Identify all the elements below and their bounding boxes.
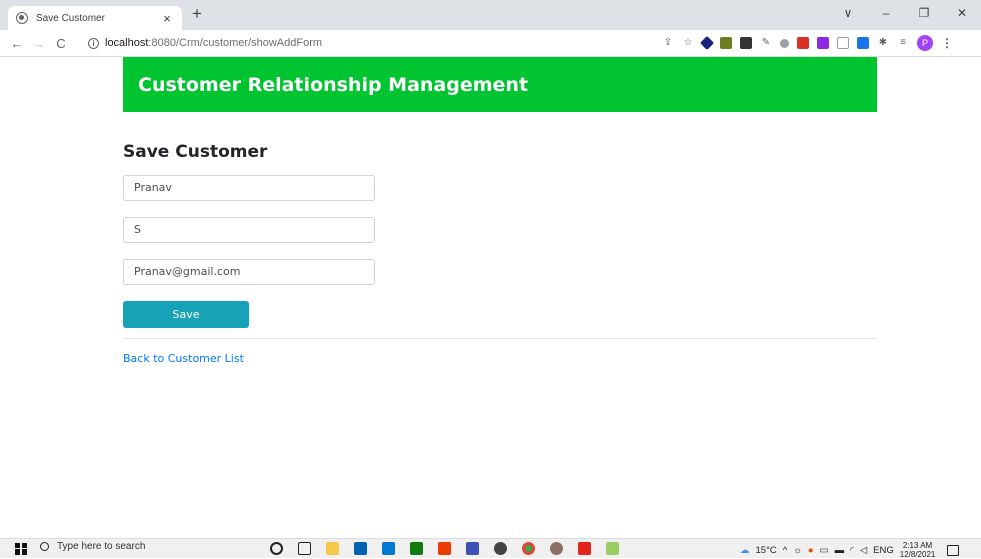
url-path: :8080/Crm/customer/showAddForm [148, 37, 323, 49]
page-content: Customer Relationship Management Save Cu… [0, 57, 981, 528]
taskbar-search[interactable]: Type here to search [40, 541, 145, 552]
globe-icon [16, 12, 28, 24]
volume-icon[interactable]: ◁ [860, 545, 867, 556]
eyedropper-icon[interactable]: ✎ [760, 37, 772, 49]
extension-icon[interactable] [740, 37, 752, 49]
task-view-icon[interactable] [298, 542, 311, 555]
battery-icon[interactable]: ▬ [835, 545, 845, 556]
browser-tab-strip: Save Customer × + ∨ – ❐ ✕ [0, 0, 981, 30]
restore-button[interactable]: ❐ [905, 6, 943, 20]
extension-icon[interactable] [720, 37, 732, 49]
taskbar-apps [270, 542, 619, 555]
extensions-puzzle-icon[interactable]: ✱ [877, 37, 889, 49]
email-input[interactable]: Pranav@gmail.com [123, 259, 375, 285]
extension-icon[interactable] [817, 37, 829, 49]
search-placeholder: Type here to search [57, 541, 146, 552]
browser-tab[interactable]: Save Customer × [8, 6, 182, 30]
extensions-bar: ⇪ ☆ ✎ ✱ ≡ P ⋮ [662, 35, 953, 51]
paint-icon[interactable] [606, 542, 619, 555]
first-name-input[interactable]: Pranav [123, 175, 375, 201]
notification-icon[interactable] [947, 544, 960, 556]
language-indicator[interactable]: ENG [873, 545, 894, 556]
weather-icon[interactable]: ☁ [740, 545, 750, 556]
extension-icon[interactable] [857, 37, 869, 49]
tab-search-icon[interactable]: ∨ [829, 6, 867, 20]
url-host: localhost [105, 37, 149, 49]
window-controls: ∨ – ❐ ✕ [829, 0, 981, 26]
tab-title: Save Customer [36, 12, 105, 24]
extension-icon[interactable] [837, 37, 849, 49]
forward-button[interactable]: → [28, 36, 50, 51]
minimize-button[interactable]: – [867, 6, 905, 20]
browser-toolbar: ← → C i localhost:8080/Crm/customer/show… [0, 30, 981, 57]
form-title: Save Customer [123, 142, 268, 162]
extension-icon[interactable] [797, 37, 809, 49]
back-button[interactable]: ← [6, 36, 28, 51]
tray-app-icon[interactable]: ☼ [793, 545, 802, 556]
close-window-button[interactable]: ✕ [943, 6, 981, 20]
editor-icon[interactable] [466, 542, 479, 555]
app-icon[interactable] [494, 542, 507, 555]
tray-app-icon[interactable]: ● [808, 545, 814, 556]
weather-temp[interactable]: 15°C [756, 545, 777, 556]
store-icon[interactable] [354, 542, 367, 555]
xbox-icon[interactable] [410, 542, 423, 555]
share-icon[interactable]: ⇪ [662, 37, 674, 49]
acrobat-icon[interactable] [578, 542, 591, 555]
new-tab-button[interactable]: + [187, 4, 207, 24]
system-tray: ☁ 15°C ^ ☼ ● ▭ ▬ ◜ ◁ ENG 2:13 AM 12/8/20… [740, 541, 960, 559]
search-icon [40, 542, 49, 551]
time-text: 2:13 AM [902, 541, 933, 550]
last-name-input[interactable]: S [123, 217, 375, 243]
profile-avatar[interactable]: P [917, 35, 933, 51]
mail-icon[interactable] [382, 542, 395, 555]
banner-title: Customer Relationship Management [138, 73, 529, 96]
extension-icon[interactable] [780, 38, 789, 48]
wifi-icon[interactable]: ◜ [850, 545, 854, 556]
menu-icon[interactable]: ⋮ [941, 36, 953, 50]
file-explorer-icon[interactable] [326, 542, 339, 555]
reload-button[interactable]: C [50, 36, 72, 51]
address-bar[interactable]: i localhost:8080/Crm/customer/showAddFor… [80, 32, 690, 54]
close-tab-icon[interactable]: × [160, 11, 174, 26]
back-to-list-link[interactable]: Back to Customer List [123, 352, 244, 365]
app-icon[interactable] [550, 542, 563, 555]
chrome-icon[interactable] [522, 542, 535, 555]
reading-list-icon[interactable]: ≡ [897, 37, 909, 49]
bookmark-star-icon[interactable]: ☆ [682, 37, 694, 49]
network-icon[interactable]: ▭ [820, 545, 829, 556]
office-icon[interactable] [438, 542, 451, 555]
windows-start-icon[interactable] [15, 542, 27, 555]
windows-taskbar: Type here to search ☁ 15°C ^ ☼ ● ▭ ▬ ◜ ◁… [0, 538, 981, 559]
cortana-icon[interactable] [270, 542, 283, 555]
header-banner: Customer Relationship Management [123, 57, 877, 112]
chevron-up-icon[interactable]: ^ [783, 545, 787, 556]
save-button[interactable]: Save [123, 301, 249, 328]
clock[interactable]: 2:13 AM 12/8/2021 [900, 541, 936, 559]
divider [123, 338, 877, 339]
extension-icon[interactable] [699, 35, 715, 51]
info-icon[interactable]: i [88, 37, 99, 49]
